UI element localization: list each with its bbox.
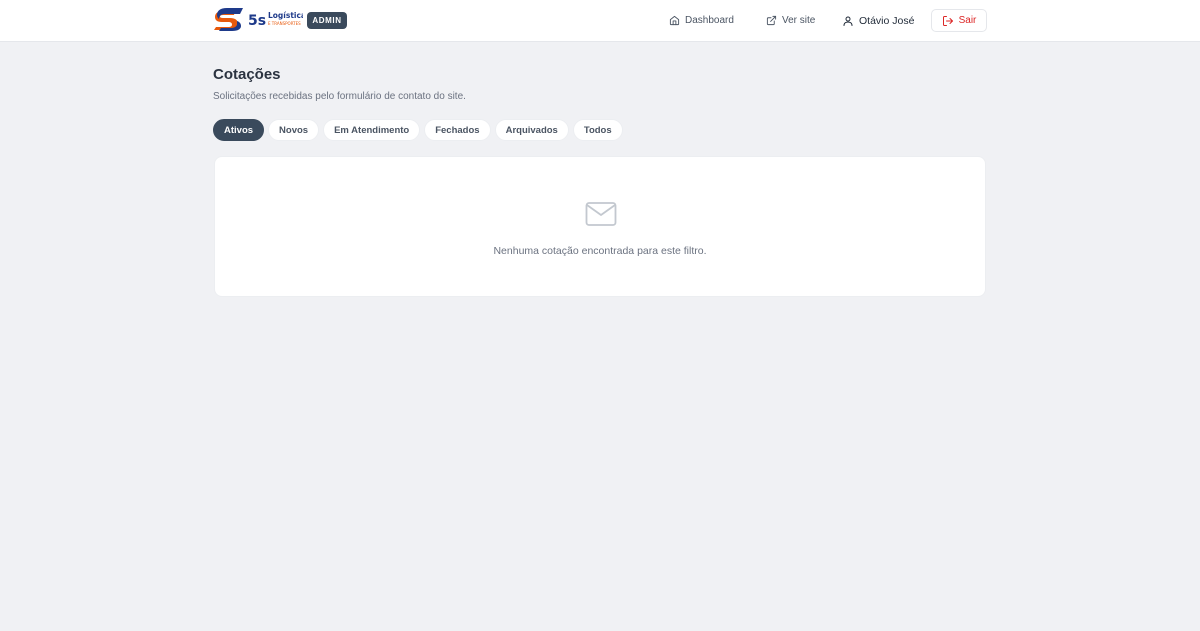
status-filter-tabs: Ativos Novos Em Atendimento Fechados Arq… [213,119,623,141]
page-title: Cotações [213,66,281,83]
user-icon [843,16,853,26]
tab-ativos[interactable]: Ativos [213,119,265,141]
tab-em-atendimento[interactable]: Em Atendimento [323,119,421,141]
page-subtitle: Solicitações recebidas pelo formulário d… [213,91,466,102]
tab-fechados[interactable]: Fechados [424,119,491,141]
tab-todos[interactable]: Todos [572,119,623,141]
admin-badge: ADMIN [307,12,347,29]
quotes-list-card: Nenhuma cotação encontrada para este fil… [214,156,986,297]
tab-arquivados[interactable]: Arquivados [494,119,569,141]
logo-text: 5s [248,13,266,29]
empty-state-message: Nenhuma cotação encontrada para este fil… [493,245,707,257]
tab-novos[interactable]: Novos [268,119,320,141]
nav-dashboard-label: Dashboard [685,15,734,26]
external-link-icon [766,15,777,26]
logo-mark-icon: 5s Logística E TRANSPORTES [214,8,303,31]
logo-name: Logística [268,11,303,20]
nav-view-site-link[interactable]: Ver site [766,9,815,32]
brand-logo[interactable]: 5s Logística E TRANSPORTES [213,7,303,31]
logo-tagline: E TRANSPORTES [268,21,301,26]
user-name: Otávio José [859,14,915,27]
logout-icon [942,15,953,26]
home-icon [669,15,680,26]
user-menu[interactable]: Otávio José [842,9,914,32]
logout-label: Sair [958,15,977,26]
logout-button[interactable]: Sair [931,9,987,32]
nav-dashboard-link[interactable]: Dashboard [669,9,734,32]
mail-icon [585,202,617,226]
top-navbar: 5s Logística E TRANSPORTES ADMIN Dashboa… [0,0,1200,42]
nav-view-site-label: Ver site [782,15,816,26]
